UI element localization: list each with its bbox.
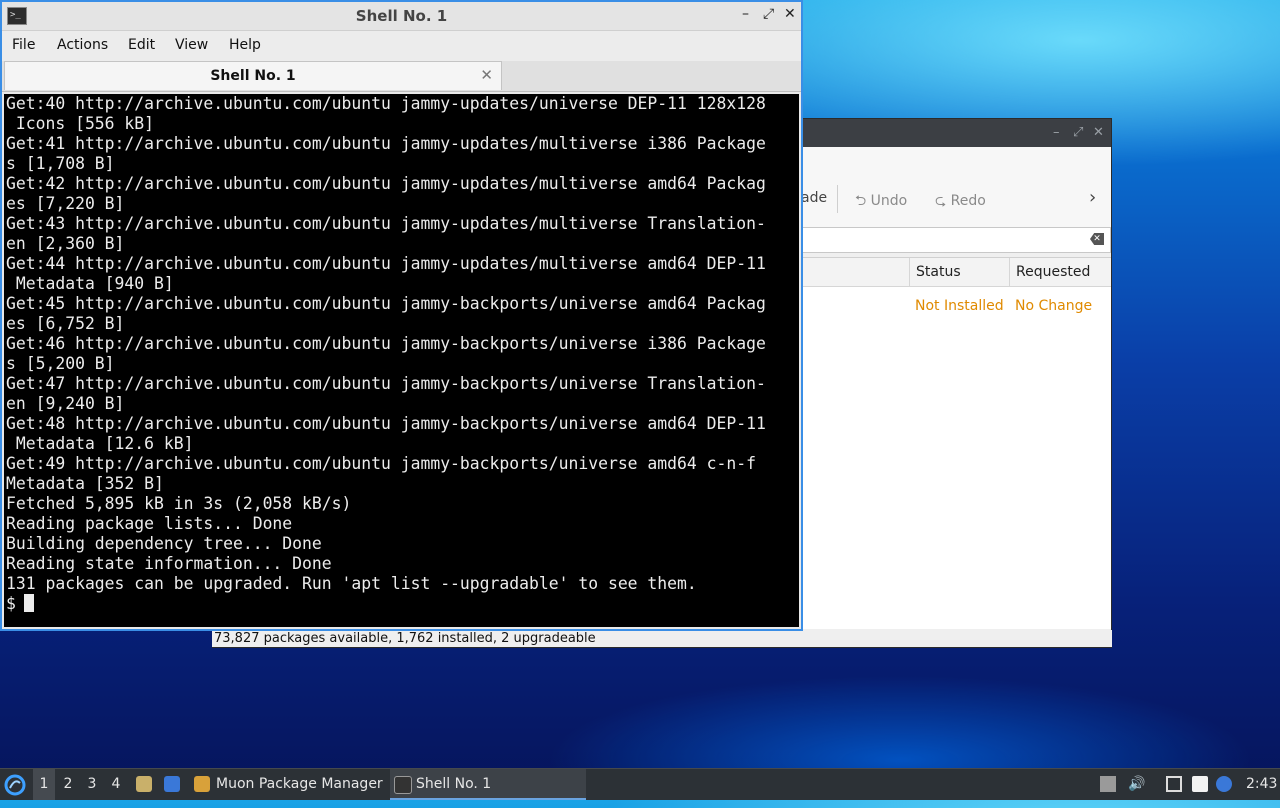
chevron-right-icon[interactable]: ›	[1089, 187, 1096, 208]
tab-shell-1[interactable]: Shell No. 1 ✕	[4, 61, 502, 90]
muon-toolbar: ade ⮌ Undo ⮎ Redo ›	[771, 147, 1111, 228]
package-list-header: Status Requested	[771, 258, 1111, 287]
terminal-output[interactable]: Get:40 http://archive.ubuntu.com/ubuntu …	[4, 94, 799, 627]
show-desktop-launcher[interactable]	[162, 769, 184, 800]
workspace-1[interactable]: 1	[33, 769, 55, 800]
muon-window: – ⤢ ✕ ade ⮌ Undo ⮎ Redo › ✕ Status Reque…	[770, 118, 1112, 648]
window-title: Shell No. 1	[355, 7, 448, 25]
display-icon[interactable]	[1166, 776, 1182, 792]
update-notifier-icon[interactable]	[1100, 776, 1116, 792]
close-icon[interactable]: ✕	[1093, 125, 1104, 140]
start-menu-button[interactable]	[4, 769, 28, 800]
terminal-titlebar[interactable]: >_ Shell No. 1 – ⤢ ✕	[2, 2, 801, 31]
menubar: File Actions Edit View Help	[2, 31, 801, 61]
taskbar: 1 2 3 4 Muon Package Manager Shell No. 1…	[0, 768, 1280, 800]
toolbar-partial-button[interactable]: ade	[801, 190, 827, 206]
workspace-2[interactable]: 2	[57, 769, 79, 800]
maximize-icon[interactable]: ⤢	[763, 6, 774, 22]
undo-button[interactable]: ⮌ Undo	[855, 190, 907, 214]
undo-icon: ⮌	[855, 193, 867, 209]
task-muon-label: Muon Package Manager	[216, 776, 383, 792]
maximize-icon[interactable]: ⤢	[1073, 125, 1083, 140]
muon-titlebar[interactable]: – ⤢ ✕	[771, 119, 1111, 147]
menu-view[interactable]: View	[175, 37, 208, 53]
toolbar-separator	[837, 185, 838, 213]
row-requested: No Change	[1015, 298, 1093, 314]
lxqt-logo-icon	[4, 774, 26, 796]
terminal-text: Get:40 http://archive.ubuntu.com/ubuntu …	[6, 94, 766, 613]
minimize-icon[interactable]: –	[1053, 125, 1060, 140]
tab-bar: Shell No. 1 ✕	[2, 61, 801, 92]
close-tab-icon[interactable]: ✕	[480, 66, 493, 84]
menu-help[interactable]: Help	[229, 37, 261, 53]
muon-statusbar: 73,827 packages available, 1,762 install…	[212, 630, 1112, 648]
file-manager-launcher[interactable]	[134, 769, 154, 800]
shell-prompt: $	[6, 594, 16, 613]
row-status: Not Installed	[915, 298, 1004, 314]
clipboard-icon[interactable]	[1192, 776, 1208, 792]
undo-label: Undo	[870, 193, 908, 209]
menu-file[interactable]: File	[12, 37, 35, 53]
search-input[interactable]: ✕	[771, 227, 1111, 253]
package-list: Status Requested Not Installed No Change	[771, 257, 1111, 629]
notification-icon[interactable]	[1216, 776, 1232, 792]
desktop-icon	[164, 776, 180, 792]
redo-button[interactable]: ⮎ Redo	[935, 190, 986, 214]
minimize-icon[interactable]: –	[742, 6, 749, 22]
clear-search-icon[interactable]: ✕	[1090, 233, 1104, 245]
workspace-4[interactable]: 4	[105, 769, 127, 800]
tab-label: Shell No. 1	[210, 68, 296, 84]
terminal-icon	[394, 776, 412, 794]
workspace-3[interactable]: 3	[81, 769, 103, 800]
column-status[interactable]: Status	[909, 258, 1009, 286]
file-manager-icon	[136, 776, 152, 792]
text-cursor	[23, 594, 34, 612]
close-icon[interactable]: ✕	[784, 6, 796, 22]
task-shell[interactable]: Shell No. 1	[390, 769, 586, 800]
volume-icon[interactable]: 🔊	[1128, 776, 1145, 792]
clock[interactable]: 2:43	[1246, 769, 1277, 800]
menu-actions[interactable]: Actions	[57, 37, 108, 53]
column-requested[interactable]: Requested	[1009, 258, 1113, 286]
task-muon[interactable]: Muon Package Manager	[190, 769, 386, 800]
redo-icon: ⮎	[935, 193, 947, 209]
redo-label: Redo	[950, 193, 986, 209]
package-manager-icon	[194, 776, 210, 792]
menu-edit[interactable]: Edit	[128, 37, 155, 53]
task-shell-label: Shell No. 1	[416, 776, 492, 792]
terminal-window: >_ Shell No. 1 – ⤢ ✕ File Actions Edit V…	[0, 0, 803, 631]
